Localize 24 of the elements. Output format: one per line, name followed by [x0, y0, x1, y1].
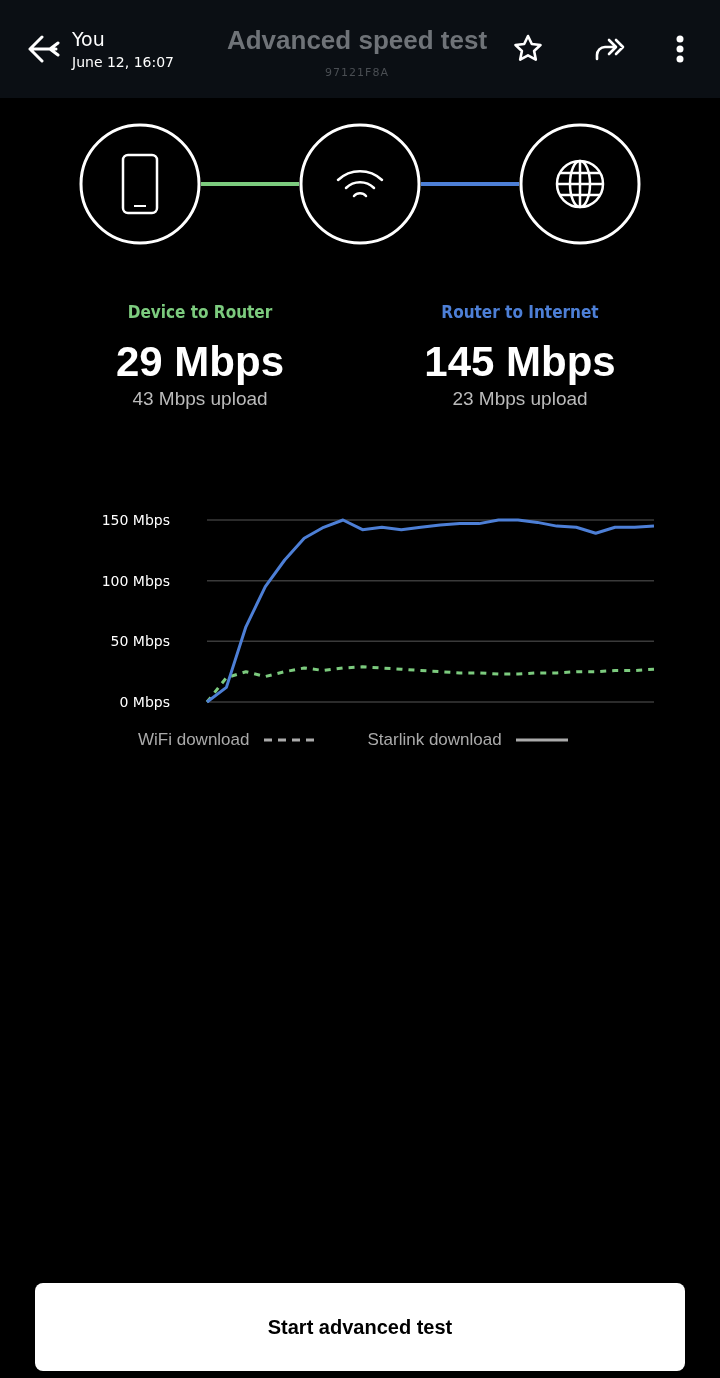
more-button[interactable] [676, 35, 684, 63]
upload-speed: 43 Mbps upload [132, 388, 268, 410]
device-id: 97121F8A [325, 66, 389, 79]
back-button[interactable] [26, 34, 60, 64]
legend-label: WiFi download [138, 730, 250, 750]
phone-icon [121, 153, 159, 215]
more-icon [676, 35, 684, 63]
axis-label: 50 Mbps [110, 633, 170, 650]
axis-label: 0 Mbps [119, 694, 170, 710]
axis-label: 100 Mbps [101, 572, 170, 589]
axis-label: 150 Mbps [101, 512, 170, 528]
globe-icon [555, 159, 605, 209]
legend-label: Starlink download [367, 730, 502, 750]
user-name: You [72, 28, 106, 50]
link-label: Device to Router [127, 302, 273, 322]
back-arrow-icon [26, 34, 60, 64]
download-speed: 145 Mbps [424, 338, 616, 386]
wifi-icon [336, 170, 384, 198]
download-speed: 29 Mbps [115, 338, 284, 386]
link-label: Router to Internet [441, 302, 599, 322]
timestamp: June 12, 16:07 [72, 54, 175, 70]
start-test-button[interactable]: Start advanced test [35, 1283, 685, 1371]
upload-speed: 23 Mbps upload [452, 388, 588, 410]
page-title: Advanced speed test [226, 25, 488, 56]
